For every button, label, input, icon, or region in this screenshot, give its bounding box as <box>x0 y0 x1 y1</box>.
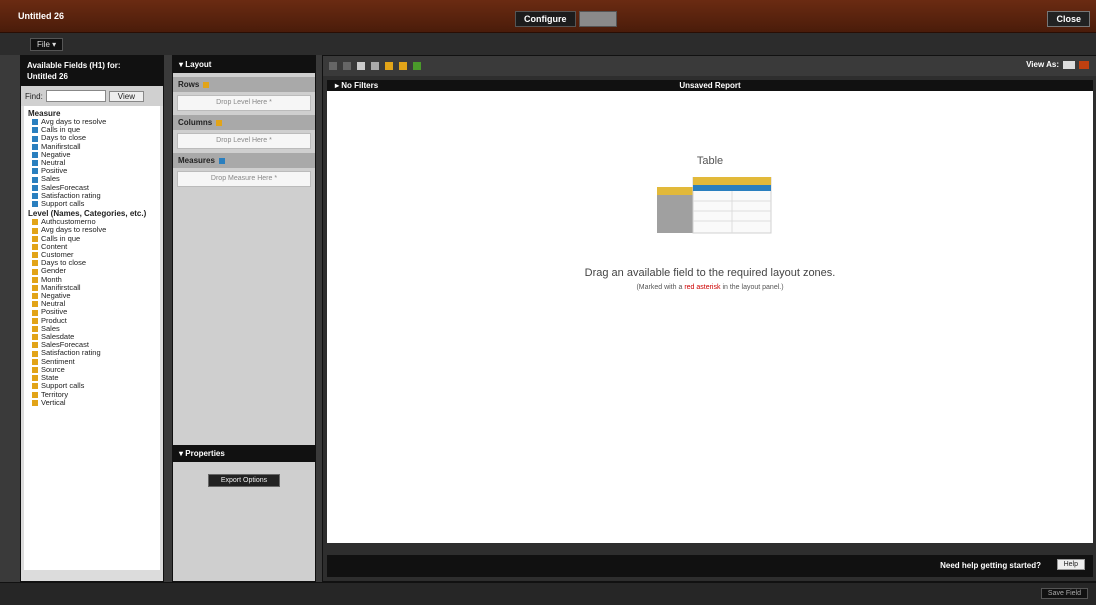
undo-icon[interactable] <box>329 62 337 70</box>
level-icon <box>32 391 38 398</box>
chart-icon[interactable] <box>1079 60 1089 69</box>
measure-icon <box>32 143 38 150</box>
footer-bar: Save Field <box>0 582 1096 605</box>
fields-header-line1: Available Fields (H1) for: <box>27 61 121 70</box>
table-icon[interactable] <box>1063 60 1075 69</box>
table-illustration-icon <box>657 177 772 234</box>
title-bar: Untitled 26 Configure Close <box>0 0 1096 33</box>
find-label: Find: <box>25 91 43 101</box>
level-icon <box>32 235 38 242</box>
secondary-toolbar: File ▾ <box>0 33 1096 55</box>
field-item[interactable]: Vertical <box>24 397 160 407</box>
level-icon <box>32 358 38 365</box>
mode-tabs: Configure <box>515 11 617 27</box>
report-name: Unsaved Report <box>679 81 741 90</box>
columns-drop-zone[interactable]: Drop Level Here * <box>177 133 311 149</box>
rows-zone-label: Rows <box>173 77 315 92</box>
measure-icon <box>32 151 38 158</box>
find-input[interactable] <box>45 90 106 102</box>
level-icon <box>32 301 38 308</box>
fields-panel-header: Available Fields (H1) for: Untitled 26 <box>21 56 163 86</box>
measures-drop-zone[interactable]: Drop Measure Here * <box>177 171 311 187</box>
field-item[interactable]: Support calls <box>24 199 160 209</box>
level-icon <box>32 219 38 226</box>
level-icon <box>32 243 38 250</box>
empty-submessage: (Marked with a red asterisk in the layou… <box>636 284 784 291</box>
layout-panel-header: ▾ Layout <box>173 56 315 73</box>
find-row: Find: View <box>21 86 163 106</box>
measure-icon <box>32 119 38 126</box>
level-icon <box>32 268 38 275</box>
field-item-label: Support calls <box>41 199 85 209</box>
report-area: View As: ▸ No Filters Unsaved Report Tab… <box>322 55 1096 582</box>
level-icon <box>32 375 38 382</box>
view-as-control: View As: <box>1026 60 1089 69</box>
empty-message: Drag an available field to the required … <box>584 267 836 279</box>
level-icon <box>32 276 38 283</box>
fields-header-line2: Untitled 26 <box>27 72 68 81</box>
measure-icon <box>32 135 38 142</box>
window-title: Untitled 26 <box>18 11 65 21</box>
report-toolbar: View As: <box>323 56 1096 76</box>
field-item-label: Vertical <box>41 397 66 407</box>
measure-icon <box>32 127 38 134</box>
level-icon <box>32 325 38 332</box>
field-list: Measure Avg days to resolve Calls in que Da… <box>24 106 160 570</box>
level-icon <box>32 383 38 390</box>
measure-icon <box>32 201 38 208</box>
measure-icon <box>32 168 38 175</box>
layout-panel: ▾ Layout Rows Drop Level Here * Columns … <box>172 55 316 582</box>
view-select[interactable]: View <box>108 90 144 102</box>
measure-icon <box>32 192 38 199</box>
level-icon <box>32 284 38 291</box>
file-menu-button[interactable]: File ▾ <box>30 38 64 51</box>
filter-icon[interactable] <box>385 62 393 70</box>
level-icon <box>32 334 38 341</box>
measure-icon <box>218 157 225 164</box>
rows-drop-zone[interactable]: Drop Level Here * <box>177 95 311 111</box>
tab-preview[interactable] <box>578 11 617 27</box>
export-options-button[interactable]: Export Options <box>208 474 280 487</box>
help-text: Need help getting started? <box>940 561 1041 570</box>
level-icon <box>32 366 38 373</box>
measure-icon <box>32 160 38 167</box>
level-icon <box>32 342 38 349</box>
level-icon <box>32 317 38 324</box>
columns-zone-label: Columns <box>173 115 315 130</box>
fields-panel: Available Fields (H1) for: Untitled 26 F… <box>20 55 164 582</box>
report-canvas[interactable]: Table Drag an available field to the req… <box>327 91 1093 543</box>
sort-icon[interactable] <box>399 62 407 70</box>
canvas-title: Table <box>696 155 724 167</box>
level-icon <box>32 399 38 406</box>
properties-header: ▾ Properties <box>173 445 315 462</box>
level-icon <box>216 119 223 126</box>
level-icon <box>32 227 38 234</box>
level-icon <box>32 260 38 267</box>
level-icon <box>32 252 38 259</box>
help-bar: Need help getting started? Help <box>327 555 1093 577</box>
save-field-button[interactable]: Save Field <box>1040 588 1088 599</box>
table-view-icon[interactable] <box>357 62 365 70</box>
level-icon <box>32 293 38 300</box>
help-button[interactable]: Help <box>1056 559 1085 570</box>
refresh-icon[interactable] <box>413 62 421 70</box>
close-button[interactable]: Close <box>1047 11 1090 27</box>
level-icon <box>203 81 210 88</box>
report-header: ▸ No Filters Unsaved Report <box>327 80 1093 91</box>
redo-icon[interactable] <box>343 62 351 70</box>
measure-icon <box>32 176 38 183</box>
grid-view-icon[interactable] <box>371 62 379 70</box>
measures-zone-label: Measures <box>173 153 315 168</box>
level-icon <box>32 350 38 357</box>
tab-configure[interactable]: Configure <box>515 11 576 27</box>
layout-title: Layout <box>185 60 212 69</box>
level-icon <box>32 309 38 316</box>
measure-icon <box>32 184 38 191</box>
